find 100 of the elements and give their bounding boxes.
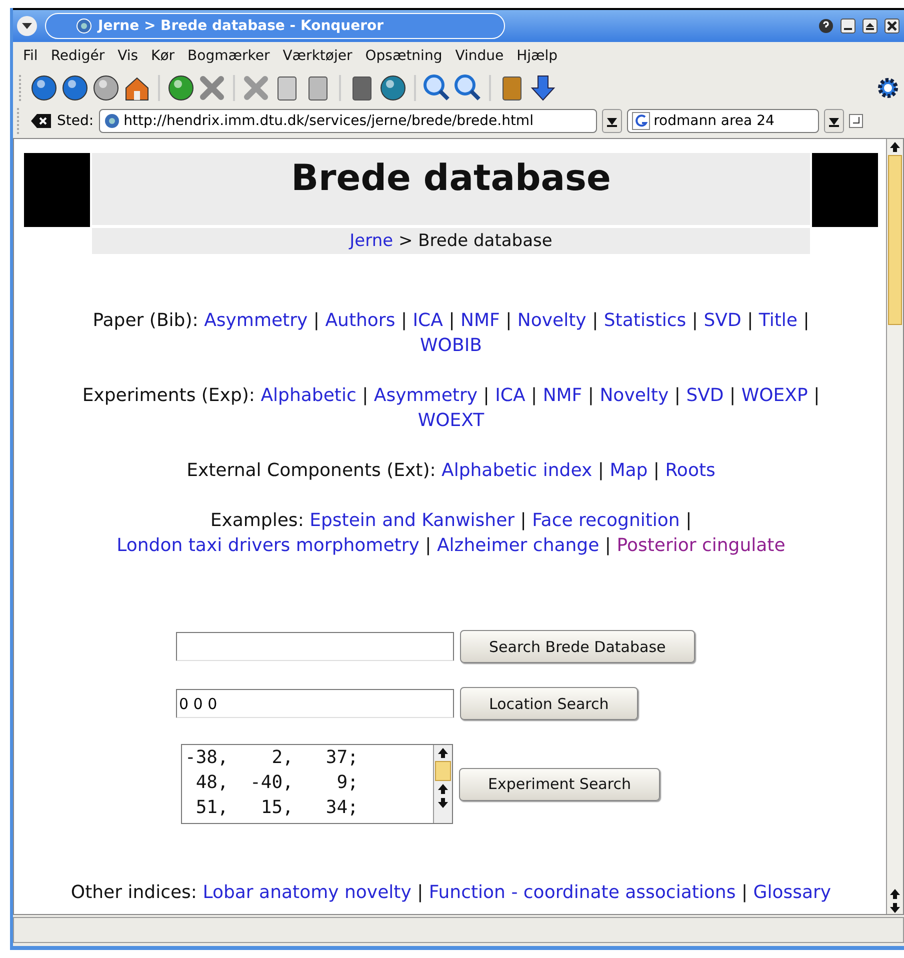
globe-icon [76, 18, 92, 34]
separator-text: | [747, 310, 754, 331]
section-label: Experiments (Exp): [82, 385, 255, 406]
link[interactable]: Authors [325, 310, 396, 331]
scroll-up-icon[interactable] [889, 141, 901, 153]
link[interactable]: Epstein and Kanwisher [310, 510, 515, 531]
search-button[interactable]: Location Search [460, 687, 638, 720]
separator-text: | [520, 510, 526, 531]
window-menu-button[interactable] [17, 16, 37, 36]
separator-text: | [506, 310, 512, 331]
link[interactable]: WOEXT [418, 410, 484, 431]
search-button[interactable]: Experiment Search [459, 768, 660, 800]
section-label: Examples: [210, 510, 304, 531]
section-label: Paper (Bib): [92, 310, 198, 331]
link[interactable]: SVD [704, 310, 742, 331]
separator-text: | [417, 882, 424, 903]
link[interactable]: Roots [665, 460, 716, 481]
caret-icon[interactable] [606, 115, 617, 127]
link[interactable]: Lobar anatomy novelty [202, 882, 412, 903]
separator-text: | [730, 385, 736, 406]
separator-text: | [741, 882, 748, 903]
link[interactable]: Asymmetry [204, 310, 308, 331]
dropdown-button[interactable] [602, 109, 622, 133]
window-title: Jerne > Brede database - Konqueror [45, 13, 505, 39]
maximize-icon[interactable] [862, 18, 878, 34]
menu-item[interactable]: Opsætning [365, 48, 442, 64]
search-engine-icon[interactable] [632, 112, 650, 130]
separator-text: | [531, 385, 538, 406]
scroll-up-icon[interactable] [889, 888, 901, 900]
link[interactable]: London taxi drivers morphometry [116, 535, 420, 556]
clear-location-icon[interactable] [30, 113, 52, 129]
scrollbar-thumb[interactable] [888, 155, 902, 325]
menu-item[interactable]: Værktøjer [282, 48, 352, 64]
scroll-down-icon[interactable] [889, 902, 901, 914]
close-icon[interactable] [884, 18, 900, 34]
coordinates-text-area[interactable]: -38, 2, 37; 48, -40, 9; 51, 15, 34; [181, 744, 453, 824]
link[interactable]: Alzheimer change [436, 535, 600, 556]
page-heading: Brede database [92, 153, 810, 225]
separator-text: | [653, 460, 660, 481]
separator-text: | [692, 310, 698, 331]
scroll-down-icon[interactable] [437, 797, 449, 809]
caret-icon[interactable] [828, 115, 839, 127]
link[interactable]: Novelty [600, 385, 669, 406]
link[interactable]: NMF [460, 310, 500, 331]
down-arrow-icon[interactable] [529, 74, 557, 102]
separator-text: | [448, 310, 455, 331]
menu-item[interactable]: Bogmærker [188, 48, 270, 64]
url-field[interactable]: http://hendrix.imm.dtu.dk/services/jerne/brede/brede.html [98, 109, 597, 133]
link[interactable]: NMF [542, 385, 582, 406]
separator-text: | [400, 310, 408, 331]
menu-item[interactable]: Hjælp [516, 48, 558, 64]
link[interactable]: Novelty [517, 310, 586, 331]
zoom-out-icon[interactable] [454, 74, 482, 102]
globe-icon [104, 113, 120, 129]
breadcrumb-link[interactable]: Jerne [350, 231, 394, 251]
zoom-in-icon[interactable] [423, 74, 451, 102]
scrollbar-thumb[interactable] [435, 761, 451, 781]
link[interactable]: WOBIB [420, 335, 482, 356]
menu-item[interactable]: Vis [118, 48, 138, 64]
section-label: External Components (Ext): [186, 460, 436, 481]
link[interactable]: Map [610, 460, 648, 481]
dropdown-button[interactable] [824, 109, 844, 133]
link[interactable]: Title [758, 310, 798, 331]
scroll-up-icon[interactable] [437, 747, 449, 759]
separator-text: | [674, 385, 680, 406]
text-input-field[interactable]: 0 0 0 [176, 689, 454, 718]
menu-item[interactable]: Vindue [455, 48, 504, 64]
separator-text: | [362, 385, 368, 406]
menu-item[interactable]: Fil [23, 48, 38, 64]
minimize-icon[interactable] [840, 18, 856, 34]
separator-text: | [483, 385, 490, 406]
link[interactable]: Alphabetic [260, 385, 356, 406]
search-button[interactable]: Search Brede Database [460, 630, 695, 663]
link[interactable]: ICA [412, 310, 443, 331]
separator-text: | [425, 535, 432, 556]
link[interactable]: ICA [495, 385, 526, 406]
separator-text: | [598, 460, 604, 481]
link[interactable]: SVD [686, 385, 724, 406]
scroll-up-icon[interactable] [437, 783, 449, 795]
link[interactable]: Statistics [604, 310, 686, 331]
link[interactable]: Asymmetry [374, 385, 478, 406]
go-icon[interactable] [848, 114, 863, 128]
menu-item[interactable]: Kør [151, 48, 175, 64]
link[interactable]: Face recognition [532, 510, 680, 531]
link[interactable]: WOEXP [741, 385, 808, 406]
caret-icon[interactable] [21, 22, 33, 30]
link[interactable]: Alphabetic index [442, 460, 592, 481]
link[interactable]: Glossary [753, 882, 832, 903]
separator-text: | [588, 385, 594, 406]
link[interactable]: Function - coordinate associations [428, 882, 736, 903]
separator-text: | [313, 310, 320, 331]
location-label: Sted: [57, 113, 94, 129]
text-input-field[interactable] [176, 632, 454, 661]
menu-item[interactable]: Redigér [50, 48, 105, 64]
link[interactable]: Posterior cingulate [616, 535, 786, 556]
breadcrumb-text: > Brede database [398, 231, 552, 251]
separator-text: | [604, 535, 611, 556]
help-icon[interactable] [818, 18, 834, 34]
separator-text: | [803, 310, 810, 331]
web-search-field[interactable]: rodmann area 24 [626, 109, 819, 133]
